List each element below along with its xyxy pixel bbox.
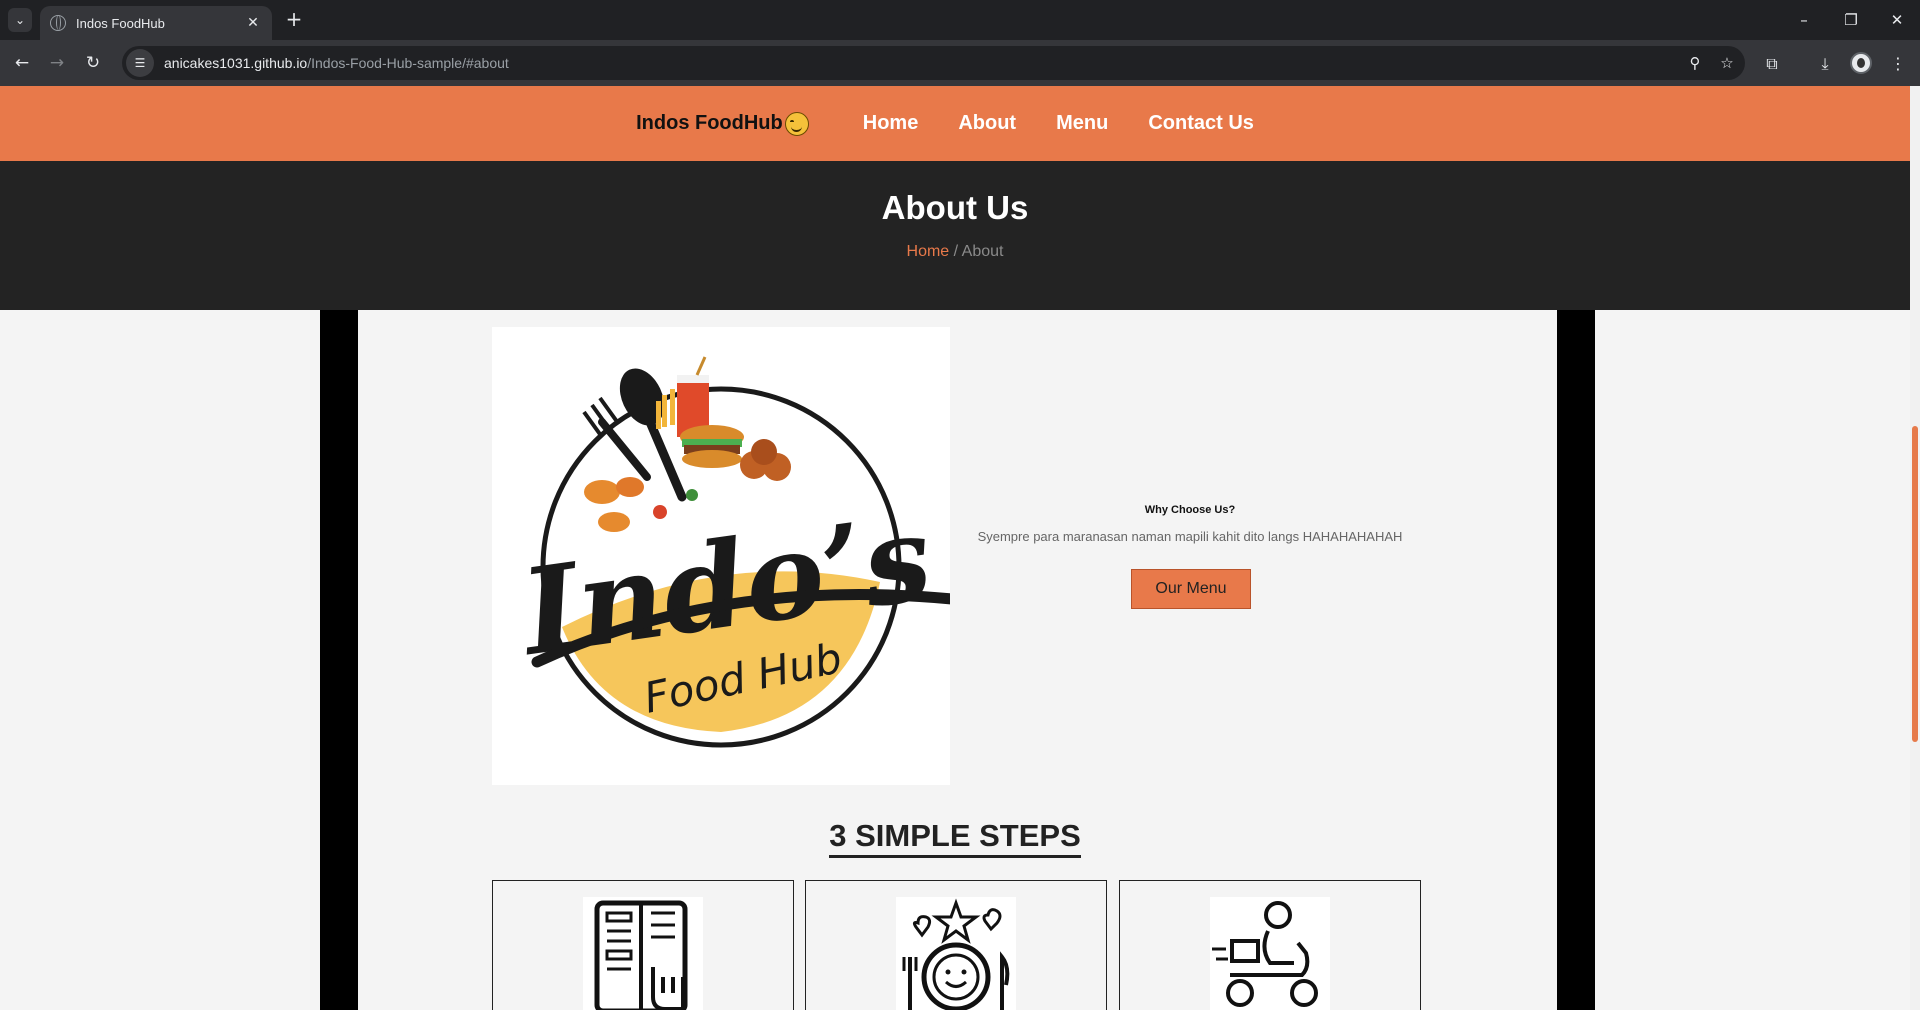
page-header: About Us Home / About xyxy=(0,161,1910,310)
close-window-icon[interactable]: ✕ xyxy=(1885,8,1909,32)
nav-link-menu[interactable]: Menu xyxy=(1056,112,1108,135)
brand-logo[interactable]: Indos FoodHub xyxy=(636,111,809,136)
new-tab-button[interactable]: + xyxy=(282,8,306,32)
profile-avatar[interactable] xyxy=(1850,52,1872,74)
breadcrumb-separator: / xyxy=(949,243,962,260)
about-logo-image: Indo’s Food Hub xyxy=(492,327,958,785)
our-menu-button[interactable]: Our Menu xyxy=(1131,569,1251,609)
extensions-icon[interactable]: ⧉ xyxy=(1759,51,1785,77)
why-choose-us-section: Why Choose Us? Syempre para maranasan na… xyxy=(960,504,1420,544)
tab-close-icon[interactable]: ✕ xyxy=(244,15,262,31)
decorative-frame-right xyxy=(1557,310,1595,1010)
page-scrollbar[interactable] xyxy=(1910,86,1920,1010)
url-path: /Indos-Food-Hub-sample/#about xyxy=(307,55,509,71)
nav-link-home[interactable]: Home xyxy=(863,112,919,135)
download-icon[interactable]: ⤓ xyxy=(1812,51,1838,77)
globe-icon xyxy=(50,15,66,31)
bookmark-star-icon[interactable]: ☆ xyxy=(1713,49,1741,77)
tab-search-chevron-icon[interactable]: ⌄ xyxy=(8,8,32,32)
food-illustration xyxy=(584,356,791,532)
dining-plate-icon xyxy=(896,897,1016,1010)
url-text[interactable]: anicakes1031.github.io/Indos-Food-Hub-sa… xyxy=(164,55,1681,71)
menu-hand-icon xyxy=(583,897,703,1010)
decorative-frame-left xyxy=(320,310,358,1010)
address-bar[interactable]: ☰ anicakes1031.github.io/Indos-Food-Hub-… xyxy=(122,46,1745,80)
forward-icon[interactable]: → xyxy=(45,51,69,75)
why-choose-us-text: Syempre para maranasan naman mapili kahi… xyxy=(977,529,1403,544)
delivery-scooter-icon xyxy=(1210,897,1330,1010)
nav-link-contact[interactable]: Contact Us xyxy=(1148,112,1254,135)
restore-icon[interactable]: ❐ xyxy=(1839,8,1863,32)
scrollbar-thumb[interactable] xyxy=(1912,426,1918,742)
page-title: About Us xyxy=(881,189,1029,226)
why-choose-us-heading: Why Choose Us? xyxy=(1144,504,1236,516)
nav-link-about[interactable]: About xyxy=(958,112,1016,135)
zoom-icon[interactable]: ⚲ xyxy=(1681,49,1709,77)
breadcrumb: Home / About xyxy=(0,243,1910,261)
browser-tab-bar: ⌄ Indos FoodHub ✕ + – ❐ ✕ xyxy=(0,0,1920,40)
brand-name: Indos FoodHub xyxy=(636,112,783,134)
step-card-2 xyxy=(805,880,1107,1010)
steps-heading: 3 SIMPLE STEPS xyxy=(829,818,1081,858)
fork-spoon-icon xyxy=(582,368,687,502)
indos-logo-graphic: Indo’s Food Hub xyxy=(511,356,958,748)
browser-tab[interactable]: Indos FoodHub ✕ xyxy=(40,6,272,40)
back-icon[interactable]: ← xyxy=(10,51,34,75)
reload-icon[interactable]: ↻ xyxy=(81,51,105,75)
page-viewport: Indos FoodHub Home About Menu Contact Us… xyxy=(0,86,1920,1010)
more-menu-icon[interactable]: ⋮ xyxy=(1885,51,1911,77)
step-card-1 xyxy=(492,880,794,1010)
browser-toolbar: ← → ↻ ☰ anicakes1031.github.io/Indos-Foo… xyxy=(0,40,1920,86)
smiley-emoji-icon xyxy=(784,111,809,136)
step-card-3 xyxy=(1119,880,1421,1010)
breadcrumb-home-link[interactable]: Home xyxy=(907,243,950,260)
breadcrumb-current: About xyxy=(961,243,1004,260)
site-navbar: Indos FoodHub Home About Menu Contact Us xyxy=(0,86,1910,161)
url-host: anicakes1031.github.io xyxy=(164,55,308,71)
tab-title: Indos FoodHub xyxy=(76,15,165,31)
site-info-icon[interactable]: ☰ xyxy=(126,49,154,77)
steps-section-title: 3 SIMPLE STEPS xyxy=(0,818,1910,858)
minimize-icon[interactable]: – xyxy=(1792,8,1816,32)
